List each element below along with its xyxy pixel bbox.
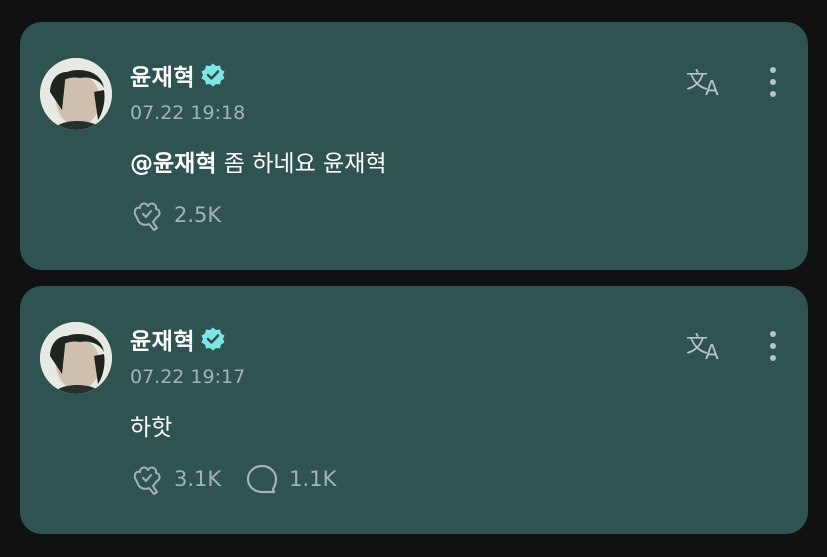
comment-button[interactable]: 1.1K [245, 462, 336, 496]
author-name[interactable]: 윤재혁 [130, 58, 195, 92]
svg-text:A: A [705, 76, 719, 100]
svg-text:A: A [705, 340, 719, 364]
post-text: 하핫 [130, 415, 173, 441]
avatar[interactable] [40, 58, 112, 130]
post-metrics: 2.5K [130, 198, 245, 232]
verified-badge-icon [201, 63, 225, 87]
post-content: 하핫 [130, 408, 172, 442]
like-cheer-icon [133, 202, 161, 231]
verified-badge-icon [201, 327, 225, 351]
comment-count: 1.1K [289, 467, 337, 491]
author-row: 윤재혁 [130, 58, 226, 92]
post-time: 07.22 19:17 [130, 366, 246, 388]
translate-icon[interactable]: 文 A [686, 328, 726, 364]
post-card[interactable]: 윤재혁 07.22 19:18 @윤재혁 좀 하네요 윤재혁 2.5K 文 A [20, 22, 808, 270]
comment-icon [247, 464, 278, 494]
post-card[interactable]: 윤재혁 07.22 19:17 하핫 3.1K 1.1K 文 A [20, 286, 808, 534]
mention-link[interactable]: @윤재혁 [130, 151, 216, 177]
like-cheer-icon [133, 466, 161, 495]
translate-icon[interactable]: 文 A [686, 64, 726, 100]
like-count: 3.1K [174, 467, 222, 491]
like-button[interactable]: 2.5K [130, 198, 221, 232]
post-time: 07.22 19:18 [130, 102, 246, 124]
like-count: 2.5K [174, 203, 222, 227]
author-row: 윤재혁 [130, 322, 226, 356]
more-vertical-icon[interactable] [760, 64, 786, 100]
post-text: 좀 하네요 윤재혁 [216, 151, 387, 177]
avatar[interactable] [40, 322, 112, 394]
post-metrics: 3.1K 1.1K [130, 462, 360, 496]
author-name[interactable]: 윤재혁 [130, 322, 195, 356]
like-button[interactable]: 3.1K [130, 462, 221, 496]
more-vertical-icon[interactable] [760, 328, 786, 364]
post-content: @윤재혁 좀 하네요 윤재혁 [130, 144, 387, 178]
